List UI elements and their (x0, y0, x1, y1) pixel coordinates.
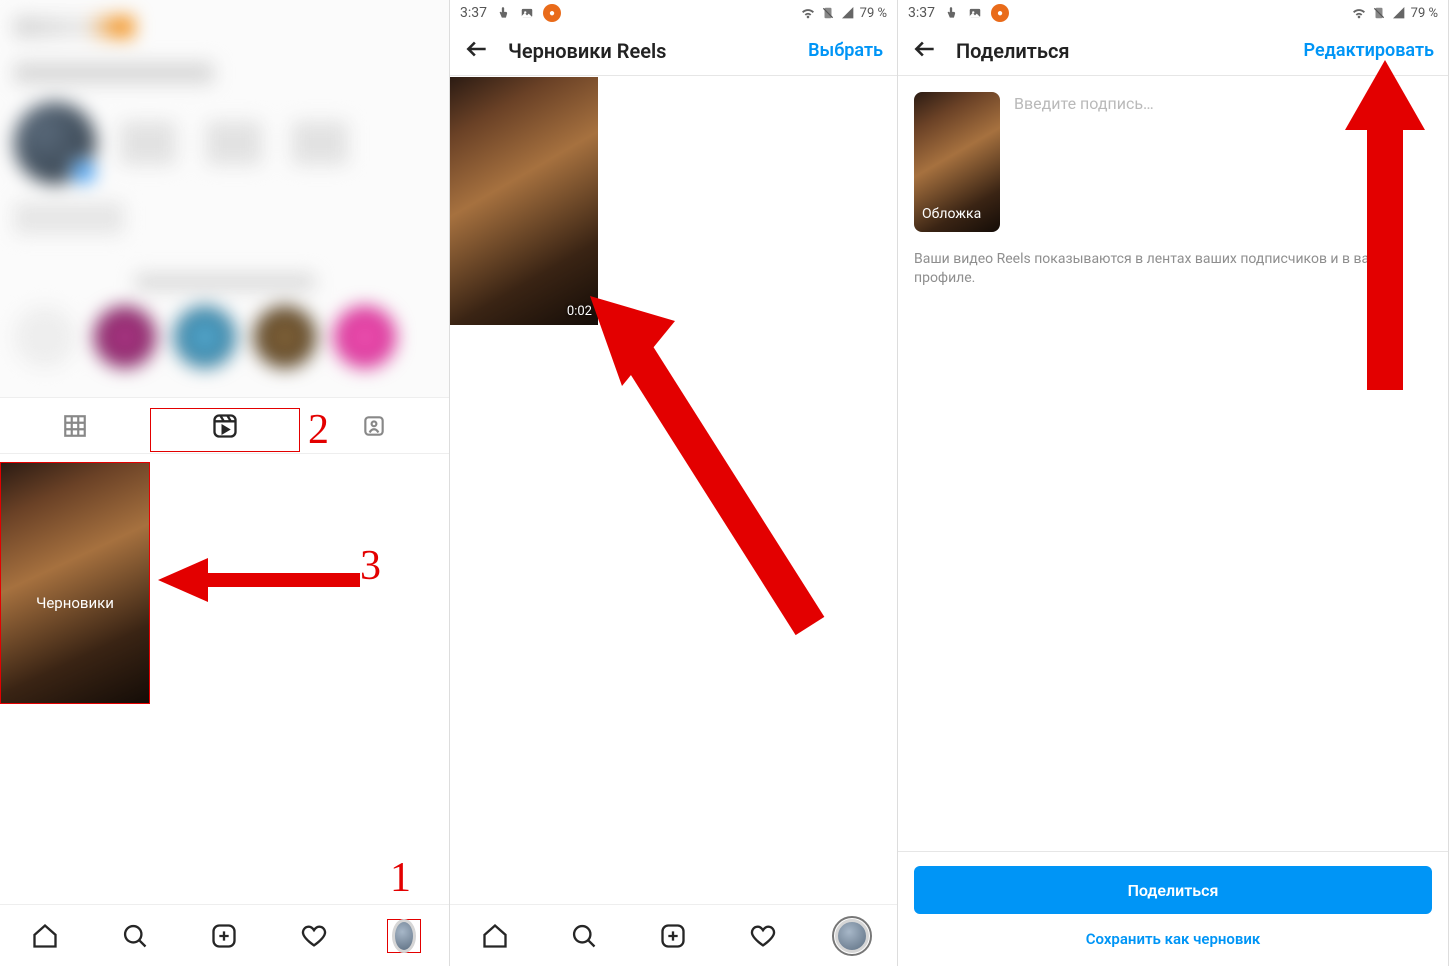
save-draft-button[interactable]: Сохранить как черновик (1086, 930, 1261, 948)
sim-off-icon (820, 5, 836, 21)
touch-icon (943, 5, 959, 21)
drafts-panel: 3:37 ● 79 % Черновики Reels (450, 0, 898, 966)
edit-button[interactable]: Редактировать (1304, 40, 1434, 61)
app-logo-blurred (14, 16, 134, 38)
stat-posts-blurred (120, 121, 176, 165)
share-body: Обложка Введите подпись… Ваши видео Reel… (898, 76, 1448, 304)
photo-icon (519, 5, 535, 21)
profile-tabs (0, 398, 449, 454)
nav-home[interactable] (478, 919, 512, 953)
story-bubble (14, 306, 76, 368)
home-icon (481, 922, 509, 950)
share-header: Поделиться Редактировать (898, 26, 1448, 76)
nav-create[interactable] (207, 919, 241, 953)
annotation-arrow-3 (150, 550, 390, 610)
bottom-nav (450, 904, 897, 966)
search-icon (570, 922, 598, 950)
select-button[interactable]: Выбрать (808, 40, 883, 61)
annotation-box-2 (150, 408, 300, 452)
create-icon (210, 922, 238, 950)
home-icon (31, 922, 59, 950)
wifi-icon (1351, 5, 1367, 21)
status-bar: 3:37 ● 79 % (450, 0, 897, 26)
status-bar: 3:37 ● 79 % (898, 0, 1448, 26)
photo-icon (967, 5, 983, 21)
nav-profile[interactable] (835, 919, 869, 953)
profile-summary-blurred (0, 0, 449, 398)
story-bubble (94, 306, 156, 368)
touch-icon (495, 5, 511, 21)
discover-title-blurred (135, 274, 315, 290)
stat-following-blurred (292, 121, 348, 165)
heart-icon (300, 922, 328, 950)
status-battery: 79 % (1411, 6, 1438, 21)
bottom-nav (0, 904, 449, 966)
grid-icon (62, 413, 88, 439)
profile-avatar-blurred (14, 102, 96, 184)
drafts-card[interactable]: Черновики (0, 462, 150, 704)
annotation-number-2: 2 (308, 406, 329, 454)
profile-avatar-small (392, 919, 416, 953)
wifi-icon (800, 5, 816, 21)
back-button[interactable] (912, 36, 938, 66)
create-icon (659, 922, 687, 950)
bio-blurred (14, 202, 124, 234)
annotation-arrow-draft (580, 296, 840, 646)
draft-duration: 0:02 (567, 304, 592, 319)
cover-label: Обложка (922, 206, 981, 222)
nav-home[interactable] (28, 919, 62, 953)
nav-search[interactable] (118, 919, 152, 953)
cover-thumbnail[interactable]: Обложка (914, 92, 1000, 232)
profile-avatar-small (835, 919, 869, 953)
username-blurred (14, 62, 214, 84)
draft-item[interactable]: 0:02 (450, 77, 598, 325)
sim-off-icon (1371, 5, 1387, 21)
nav-profile-highlighted[interactable] (387, 919, 421, 953)
tab-grid[interactable] (0, 413, 150, 439)
caption-input[interactable]: Введите подпись… (1014, 92, 1154, 232)
reels-info-text: Ваши видео Reels показываются в лентах в… (914, 250, 1432, 288)
nav-activity[interactable] (297, 919, 331, 953)
annotation-number-3: 3 (360, 542, 381, 590)
share-button[interactable]: Поделиться (914, 866, 1432, 914)
back-arrow-icon (912, 36, 938, 62)
signal-icon (1391, 5, 1407, 21)
back-arrow-icon (464, 36, 490, 62)
orange-badge-icon: ● (991, 4, 1009, 22)
drafts-title: Черновики Reels (508, 39, 790, 63)
orange-badge-icon: ● (543, 4, 561, 22)
nav-activity[interactable] (746, 919, 780, 953)
status-time: 3:37 (908, 5, 935, 21)
status-time: 3:37 (460, 5, 487, 21)
share-title: Поделиться (956, 39, 1286, 63)
back-button[interactable] (464, 36, 490, 66)
signal-icon (840, 5, 856, 21)
nav-create[interactable] (656, 919, 690, 953)
drafts-card-label: Черновики (36, 594, 114, 612)
profile-panel: Черновики 2 3 1 (0, 0, 450, 966)
drafts-grid: 0:02 (450, 76, 897, 966)
story-bubble (254, 306, 316, 368)
annotation-number-1: 1 (390, 854, 411, 902)
nav-search[interactable] (567, 919, 601, 953)
drafts-header: Черновики Reels Выбрать (450, 26, 897, 76)
stat-followers-blurred (206, 121, 262, 165)
heart-icon (749, 922, 777, 950)
search-icon (121, 922, 149, 950)
story-bubble (174, 306, 236, 368)
share-panel: 3:37 ● 79 % Поделиться Ред (898, 0, 1449, 966)
share-footer: Поделиться Сохранить как черновик (898, 851, 1448, 966)
tagged-icon (361, 413, 387, 439)
profile-reels-grid: Черновики 2 3 1 (0, 454, 449, 966)
story-bubble (334, 306, 396, 368)
status-battery: 79 % (860, 6, 887, 21)
